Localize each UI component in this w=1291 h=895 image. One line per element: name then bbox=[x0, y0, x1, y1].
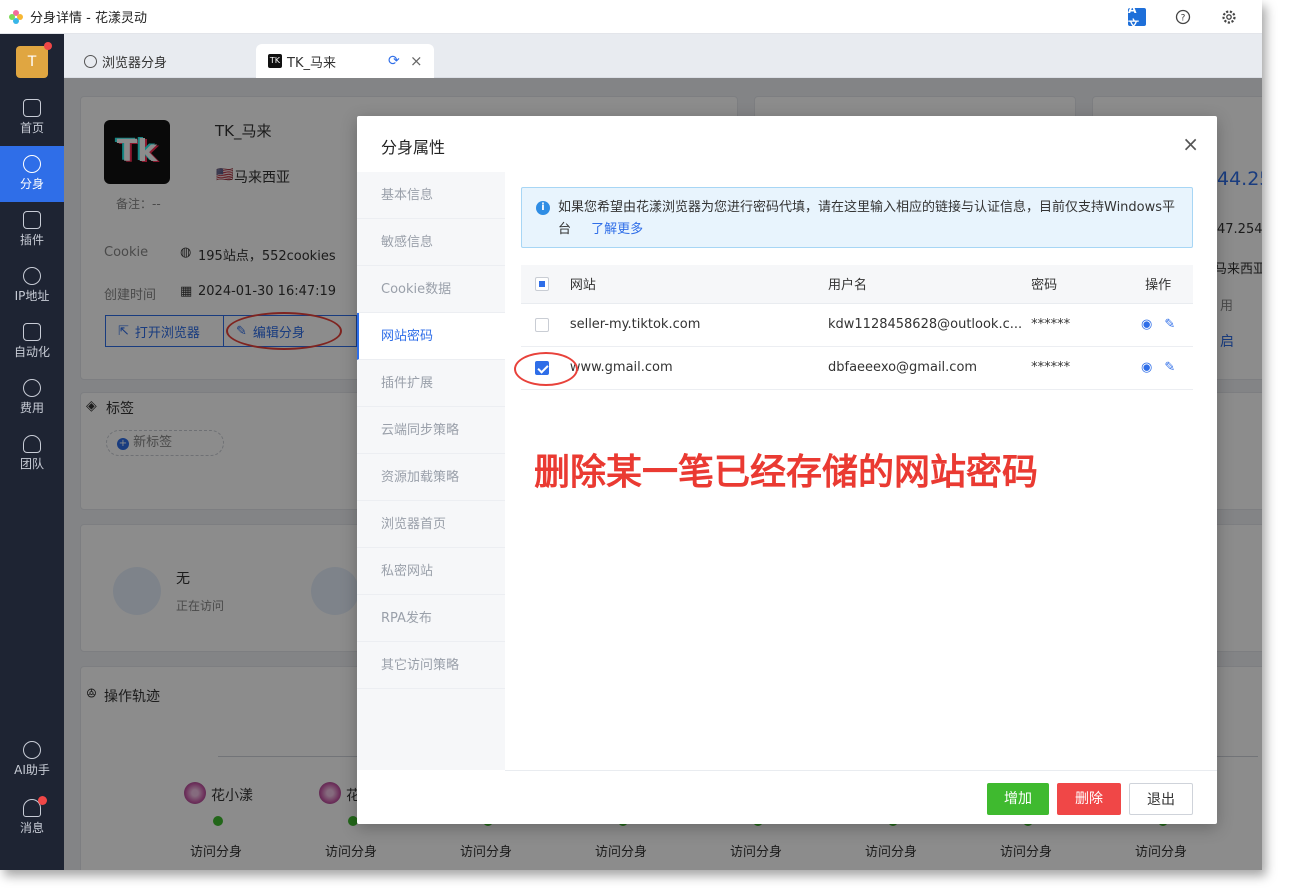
dialog-title: 分身属性 bbox=[381, 138, 446, 157]
info-alert: i 如果您希望由花漾浏览器为您进行密码代填，请在这里输入相应的链接与认证信息，目… bbox=[521, 187, 1193, 248]
table-row: seller-my.tiktok.com kdw1128458628@outlo… bbox=[521, 303, 1193, 347]
close-icon[interactable]: × bbox=[1182, 132, 1199, 156]
menu-item-sensitive-info[interactable]: 敏感信息 bbox=[357, 219, 505, 266]
avatar-notification-dot bbox=[44, 42, 52, 50]
translate-icon[interactable]: A文 bbox=[1128, 3, 1146, 31]
title-bar: 分身详情 - 花漾灵动 A文 ? bbox=[0, 0, 1262, 34]
sidebar-item-messages[interactable]: 消息 bbox=[0, 790, 64, 846]
sidebar-item-label: IP地址 bbox=[14, 289, 50, 303]
sidebar-item-automation[interactable]: 自动化 bbox=[0, 314, 64, 370]
sidebar-item-label: 插件 bbox=[19, 233, 44, 247]
svg-text:?: ? bbox=[1181, 14, 1186, 24]
sidebar-item-billing[interactable]: 费用 bbox=[0, 370, 64, 426]
menu-item-other-access[interactable]: 其它访问策略 bbox=[357, 642, 505, 689]
menu-item-homepage[interactable]: 浏览器首页 bbox=[357, 501, 505, 548]
column-username: 用户名 bbox=[819, 265, 1023, 304]
yen-icon bbox=[23, 379, 41, 397]
plugin-icon bbox=[23, 211, 41, 229]
dialog-footer: 增加 删除 退出 bbox=[505, 770, 1217, 824]
edit-icon[interactable]: ✎ bbox=[1164, 317, 1175, 332]
menu-item-site-passwords[interactable]: 网站密码 bbox=[357, 313, 505, 360]
annotation-text: 删除某一笔已经存储的网站密码 bbox=[534, 452, 1039, 493]
add-button[interactable]: 增加 bbox=[987, 783, 1049, 815]
view-eye-icon[interactable]: ◉ bbox=[1141, 360, 1152, 375]
learn-more-link[interactable]: 了解更多 bbox=[591, 222, 643, 237]
browser-icon bbox=[84, 54, 97, 68]
refresh-icon[interactable]: ⟳ bbox=[388, 53, 400, 69]
tab-browser-profiles[interactable]: 浏览器分身 bbox=[84, 44, 167, 78]
help-icon[interactable]: ? bbox=[1174, 8, 1192, 26]
menu-item-cloud-sync[interactable]: 云端同步策略 bbox=[357, 407, 505, 454]
view-eye-icon[interactable]: ◉ bbox=[1141, 317, 1152, 332]
menu-item-rpa[interactable]: RPA发布 bbox=[357, 595, 505, 642]
select-all-checkbox[interactable] bbox=[535, 276, 549, 291]
sidebar-item-ai[interactable]: AI助手 bbox=[0, 732, 64, 788]
edit-icon[interactable]: ✎ bbox=[1164, 360, 1175, 375]
sidebar-item-label: 分身 bbox=[19, 177, 44, 191]
site-link[interactable]: www.gmail.com bbox=[560, 346, 819, 390]
username-cell: kdw1128458628@outlook.c... bbox=[819, 303, 1023, 347]
tab-label: TK_马来 bbox=[287, 55, 336, 71]
sidebar-item-label: 自动化 bbox=[13, 345, 50, 359]
info-icon: i bbox=[536, 201, 550, 215]
highlight-ellipse-checkbox bbox=[514, 352, 578, 386]
ip-icon bbox=[23, 267, 41, 285]
avatar[interactable]: T bbox=[16, 46, 48, 78]
sidebar-item-home[interactable]: 首页 bbox=[0, 90, 64, 146]
delete-button[interactable]: 删除 bbox=[1057, 783, 1121, 815]
password-cell: ****** bbox=[1022, 346, 1124, 390]
info-text: 如果您希望由花漾浏览器为您进行密码代填，请在这里输入相应的链接与认证信息，目前仅… bbox=[558, 200, 1176, 237]
dialog-menu: 基本信息 敏感信息 Cookie数据 网站密码 插件扩展 云端同步策略 资源加载… bbox=[357, 172, 505, 770]
tab-label: 浏览器分身 bbox=[102, 55, 168, 71]
column-password: 密码 bbox=[1022, 265, 1124, 304]
sidebar-item-label: AI助手 bbox=[14, 763, 50, 777]
settings-gear-icon[interactable] bbox=[1220, 8, 1238, 26]
sidebar-item-label: 消息 bbox=[19, 821, 44, 835]
menu-item-cookie-data[interactable]: Cookie数据 bbox=[357, 266, 505, 313]
ai-icon bbox=[23, 741, 41, 759]
row-checkbox[interactable] bbox=[535, 317, 549, 332]
menu-item-resource-loading[interactable]: 资源加载策略 bbox=[357, 454, 505, 501]
app-logo-icon bbox=[9, 9, 23, 24]
menu-item-extensions[interactable]: 插件扩展 bbox=[357, 360, 505, 407]
sidebar-item-team[interactable]: 团队 bbox=[0, 426, 64, 482]
sidebar-item-plugins[interactable]: 插件 bbox=[0, 202, 64, 258]
sidebar: T 首页 分身 插件 IP地址 自动化 费用 团队 AI助手 消息 bbox=[0, 34, 64, 870]
table-header: 网站 用户名 密码 操作 bbox=[521, 265, 1193, 304]
table-row: www.gmail.com dbfaeeexo@gmail.com ******… bbox=[521, 346, 1193, 390]
sidebar-item-label: 首页 bbox=[19, 121, 44, 135]
tab-tk-malaysia[interactable]: TK TK_马来 ⟳ × bbox=[256, 44, 434, 78]
tiktok-icon: TK bbox=[268, 54, 282, 68]
column-site: 网站 bbox=[560, 265, 819, 304]
username-cell: dbfaeeexo@gmail.com bbox=[819, 346, 1023, 390]
site-link[interactable]: seller-my.tiktok.com bbox=[560, 303, 819, 347]
sidebar-item-label: 费用 bbox=[19, 401, 44, 415]
sidebar-item-label: 团队 bbox=[19, 457, 44, 471]
sidebar-item-ip[interactable]: IP地址 bbox=[0, 258, 64, 314]
tab-close-icon[interactable]: × bbox=[410, 52, 423, 70]
sidebar-item-profiles[interactable]: 分身 bbox=[0, 146, 64, 202]
browser-icon bbox=[23, 155, 41, 173]
robot-icon bbox=[23, 323, 41, 341]
exit-button[interactable]: 退出 bbox=[1129, 783, 1193, 815]
message-notification-dot bbox=[38, 796, 47, 805]
team-icon bbox=[23, 435, 41, 453]
tab-bar: 浏览器分身 TK TK_马来 ⟳ × bbox=[64, 34, 1262, 78]
menu-item-basic-info[interactable]: 基本信息 bbox=[357, 172, 505, 219]
home-icon bbox=[23, 99, 41, 117]
menu-item-private-sites[interactable]: 私密网站 bbox=[357, 548, 505, 595]
window-title: 分身详情 - 花漾灵动 bbox=[30, 11, 147, 26]
password-table: 网站 用户名 密码 操作 seller-my.tiktok.com kdw112… bbox=[521, 265, 1193, 390]
column-actions: 操作 bbox=[1123, 265, 1193, 304]
password-cell: ****** bbox=[1022, 303, 1124, 347]
